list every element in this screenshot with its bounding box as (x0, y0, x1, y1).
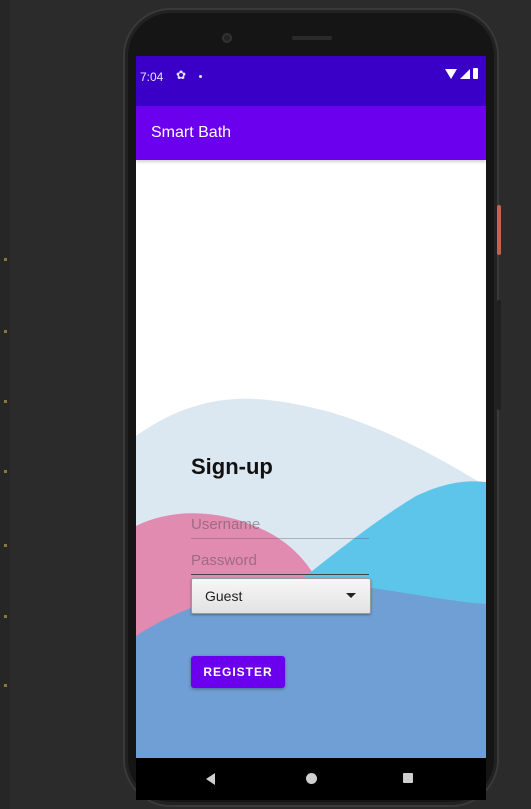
gutter-marker (4, 684, 7, 687)
gutter-marker (4, 615, 7, 618)
recent-apps-icon[interactable] (403, 773, 413, 783)
emulator-stage: 7:04 ✿ Smart Bath Sign-up Guest REGISTER (0, 0, 531, 809)
signal-icon (460, 68, 470, 79)
username-input[interactable] (191, 510, 369, 539)
gutter-marker (4, 544, 7, 547)
gear-icon: ✿ (176, 68, 187, 82)
register-button[interactable]: REGISTER (191, 656, 285, 688)
back-icon[interactable] (206, 773, 215, 785)
status-time: 7:04 (140, 70, 164, 84)
app-bar: Smart Bath (136, 106, 486, 160)
status-icons (445, 68, 478, 79)
device-screen: 7:04 ✿ Smart Bath Sign-up Guest REGISTER (136, 56, 486, 758)
password-input[interactable] (191, 546, 369, 575)
navigation-bar (136, 758, 486, 800)
gutter-marker (4, 258, 7, 261)
role-select-value: Guest (205, 588, 243, 604)
status-bar: 7:04 ✿ (136, 56, 486, 106)
gutter-marker (4, 470, 7, 473)
editor-gutter (0, 0, 10, 809)
role-select[interactable]: Guest (191, 578, 371, 614)
volume-button[interactable] (497, 300, 501, 410)
home-icon[interactable] (306, 773, 317, 784)
dropdown-arrow-icon (346, 593, 356, 598)
battery-icon (473, 68, 478, 79)
wave-background (136, 398, 486, 758)
front-camera (222, 33, 232, 43)
wifi-icon (445, 68, 457, 79)
notification-dot-icon (199, 75, 202, 78)
app-title: Smart Bath (151, 124, 232, 141)
gutter-marker (4, 330, 7, 333)
signup-title: Sign-up (191, 454, 273, 479)
gutter-marker (4, 400, 7, 403)
earpiece-speaker (292, 36, 332, 40)
phone-frame: 7:04 ✿ Smart Bath Sign-up Guest REGISTER (125, 10, 501, 805)
power-button[interactable] (497, 205, 501, 255)
